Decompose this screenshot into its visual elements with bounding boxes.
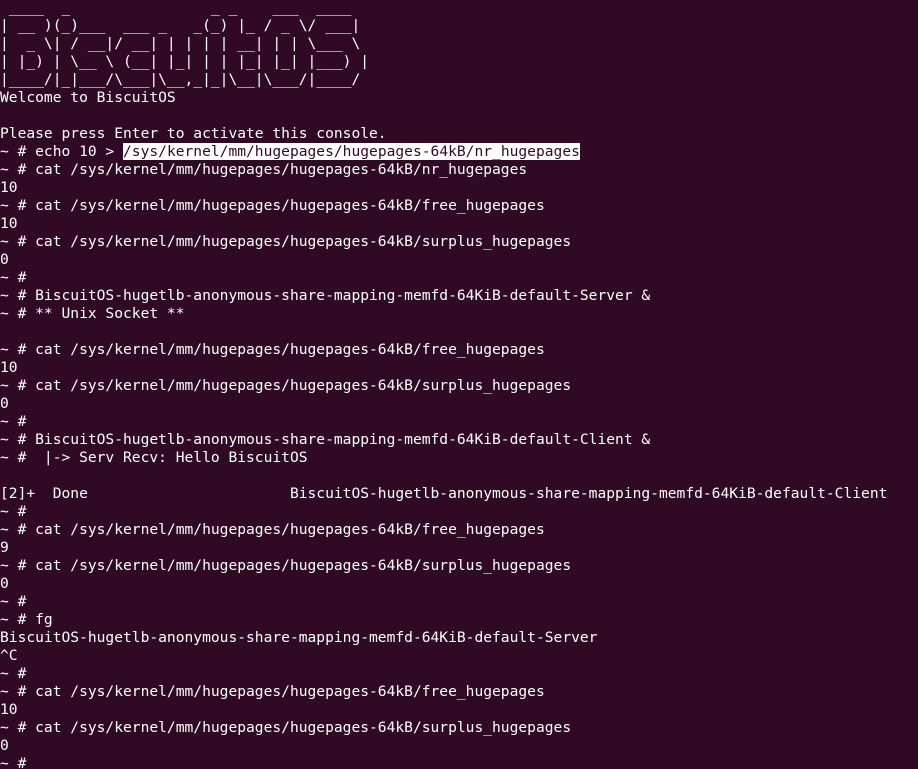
selected-text[interactable]: /sys/kernel/mm/hugepages/hugepages-64kB/… — [123, 143, 580, 160]
line-text: ~ # fg — [0, 611, 53, 628]
line-text: ~ # cat /sys/kernel/mm/hugepages/hugepag… — [0, 233, 572, 250]
line-text: ~ # — [0, 413, 27, 430]
terminal-line: [2]+ Done BiscuitOS-hugetlb-anonymous-sh… — [0, 485, 887, 503]
line-text: [2]+ Done BiscuitOS-hugetlb-anonymous-sh… — [0, 485, 888, 502]
line-text: ~ # cat /sys/kernel/mm/hugepages/hugepag… — [0, 161, 528, 178]
line-text: Welcome to BiscuitOS — [0, 89, 176, 106]
line-text: ~ # cat /sys/kernel/mm/hugepages/hugepag… — [0, 719, 572, 736]
line-text: ~ # BiscuitOS-hugetlb-anonymous-share-ma… — [0, 431, 651, 448]
terminal-line: ~ # BiscuitOS-hugetlb-anonymous-share-ma… — [0, 431, 887, 449]
line-text: ____ _ _ _ ___ ____ — [0, 0, 370, 16]
terminal-line: 0 — [0, 395, 887, 413]
terminal-line: 0 — [0, 251, 887, 269]
line-text: ~ # — [0, 593, 27, 610]
terminal-line: ~ # — [0, 665, 887, 683]
terminal-line: ~ # — [0, 593, 887, 611]
terminal-line: ~ # cat /sys/kernel/mm/hugepages/hugepag… — [0, 341, 887, 359]
line-text: ~ # cat /sys/kernel/mm/hugepages/hugepag… — [0, 377, 572, 394]
terminal-line: ~ # cat /sys/kernel/mm/hugepages/hugepag… — [0, 233, 887, 251]
terminal-line: ~ # echo 10 > /sys/kernel/mm/hugepages/h… — [0, 143, 887, 161]
line-text: 10 — [0, 701, 18, 718]
line-text: ~ # cat /sys/kernel/mm/hugepages/hugepag… — [0, 557, 572, 574]
terminal-line: ^C — [0, 647, 887, 665]
line-text: ~ # — [0, 665, 27, 682]
terminal-line: ~ # — [0, 269, 887, 287]
terminal-line: ~ # BiscuitOS-hugetlb-anonymous-share-ma… — [0, 287, 887, 305]
terminal-line: ~ # cat /sys/kernel/mm/hugepages/hugepag… — [0, 719, 887, 737]
line-text: 10 — [0, 215, 18, 232]
terminal-line: 10 — [0, 215, 887, 233]
terminal-line: ~ # cat /sys/kernel/mm/hugepages/hugepag… — [0, 377, 887, 395]
line-text: | _ \| / __|/ __| | | | | __| | | \___ \ — [0, 35, 370, 52]
line-text: |____/|_|___/\___|\__,_|_|\__|\___/|____… — [0, 71, 370, 88]
line-text: 0 — [0, 737, 9, 754]
terminal-line: 10 — [0, 179, 887, 197]
line-text: ^C — [0, 647, 18, 664]
line-text: 9 — [0, 539, 9, 556]
ascii-logo-line: ____ _ _ _ ___ ____ — [0, 0, 887, 17]
terminal-window[interactable]: ____ _ _ _ ___ ____ | __ )(_)___ ___ _ _… — [0, 0, 918, 769]
line-text: ~ # cat /sys/kernel/mm/hugepages/hugepag… — [0, 683, 545, 700]
line-text: BiscuitOS-hugetlb-anonymous-share-mappin… — [0, 629, 598, 646]
terminal-line: Please press Enter to activate this cons… — [0, 125, 887, 143]
line-text: ~ # cat /sys/kernel/mm/hugepages/hugepag… — [0, 341, 545, 358]
line-text: ~ # — [0, 755, 27, 769]
line-text: ~ # — [0, 269, 27, 286]
line-text: 0 — [0, 575, 9, 592]
terminal-output: ____ _ _ _ ___ ____ | __ )(_)___ ___ _ _… — [0, 0, 887, 769]
terminal-line: ~ # |-> Serv Recv: Hello BiscuitOS — [0, 449, 887, 467]
terminal-line: 0 — [0, 575, 887, 593]
line-text: ~ # echo 10 > — [0, 143, 124, 160]
ascii-logo-line: | _ \| / __|/ __| | | | | __| | | \___ \ — [0, 35, 887, 53]
line-text: ~ # cat /sys/kernel/mm/hugepages/hugepag… — [0, 521, 545, 538]
line-text: ~ # BiscuitOS-hugetlb-anonymous-share-ma… — [0, 287, 651, 304]
ascii-logo-line: |____/|_|___/\___|\__,_|_|\__|\___/|____… — [0, 71, 887, 89]
line-text: 0 — [0, 395, 9, 412]
line-text: ~ # — [0, 503, 27, 520]
terminal-line: ~ # cat /sys/kernel/mm/hugepages/hugepag… — [0, 197, 887, 215]
line-text: Please press Enter to activate this cons… — [0, 125, 387, 142]
ascii-logo-line: | |_) | \__ \ (__| |_| | | |_| |_| |___)… — [0, 53, 887, 71]
line-text: 10 — [0, 359, 18, 376]
terminal-line: ~ # cat /sys/kernel/mm/hugepages/hugepag… — [0, 161, 887, 179]
line-text: ~ # cat /sys/kernel/mm/hugepages/hugepag… — [0, 197, 545, 214]
terminal-line: 10 — [0, 701, 887, 719]
terminal-line: ~ # — [0, 755, 887, 769]
ascii-logo-line: | __ )(_)___ ___ _ _(_) |_ / _ \/ ___| — [0, 17, 887, 35]
terminal-line: 9 — [0, 539, 887, 557]
line-text: | |_) | \__ \ (__| |_| | | |_| |_| |___)… — [0, 53, 370, 70]
terminal-line: BiscuitOS-hugetlb-anonymous-share-mappin… — [0, 629, 887, 647]
terminal-line: ~ # cat /sys/kernel/mm/hugepages/hugepag… — [0, 557, 887, 575]
line-text: ~ # |-> Serv Recv: Hello BiscuitOS — [0, 449, 308, 466]
line-text: | __ )(_)___ ___ _ _(_) |_ / _ \/ ___| — [0, 17, 370, 34]
line-text: 0 — [0, 251, 9, 268]
terminal-line: 0 — [0, 737, 887, 755]
line-text: 10 — [0, 179, 18, 196]
terminal-line: 10 — [0, 359, 887, 377]
terminal-line: ~ # ** Unix Socket ** — [0, 305, 887, 323]
terminal-line: ~ # cat /sys/kernel/mm/hugepages/hugepag… — [0, 521, 887, 539]
terminal-line: Welcome to BiscuitOS — [0, 89, 887, 107]
terminal-line: ~ # — [0, 413, 887, 431]
line-text: ~ # ** Unix Socket ** — [0, 305, 185, 322]
terminal-line: ~ # — [0, 503, 887, 521]
terminal-line: ~ # fg — [0, 611, 887, 629]
terminal-line: ~ # cat /sys/kernel/mm/hugepages/hugepag… — [0, 683, 887, 701]
